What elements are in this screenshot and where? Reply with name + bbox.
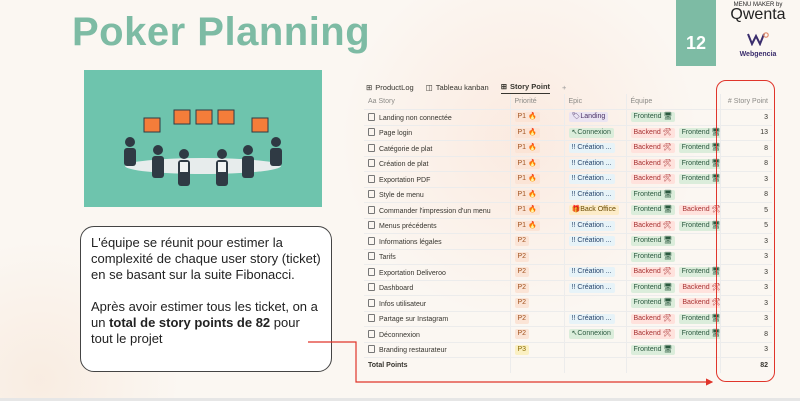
callout-arrow (308, 341, 714, 386)
